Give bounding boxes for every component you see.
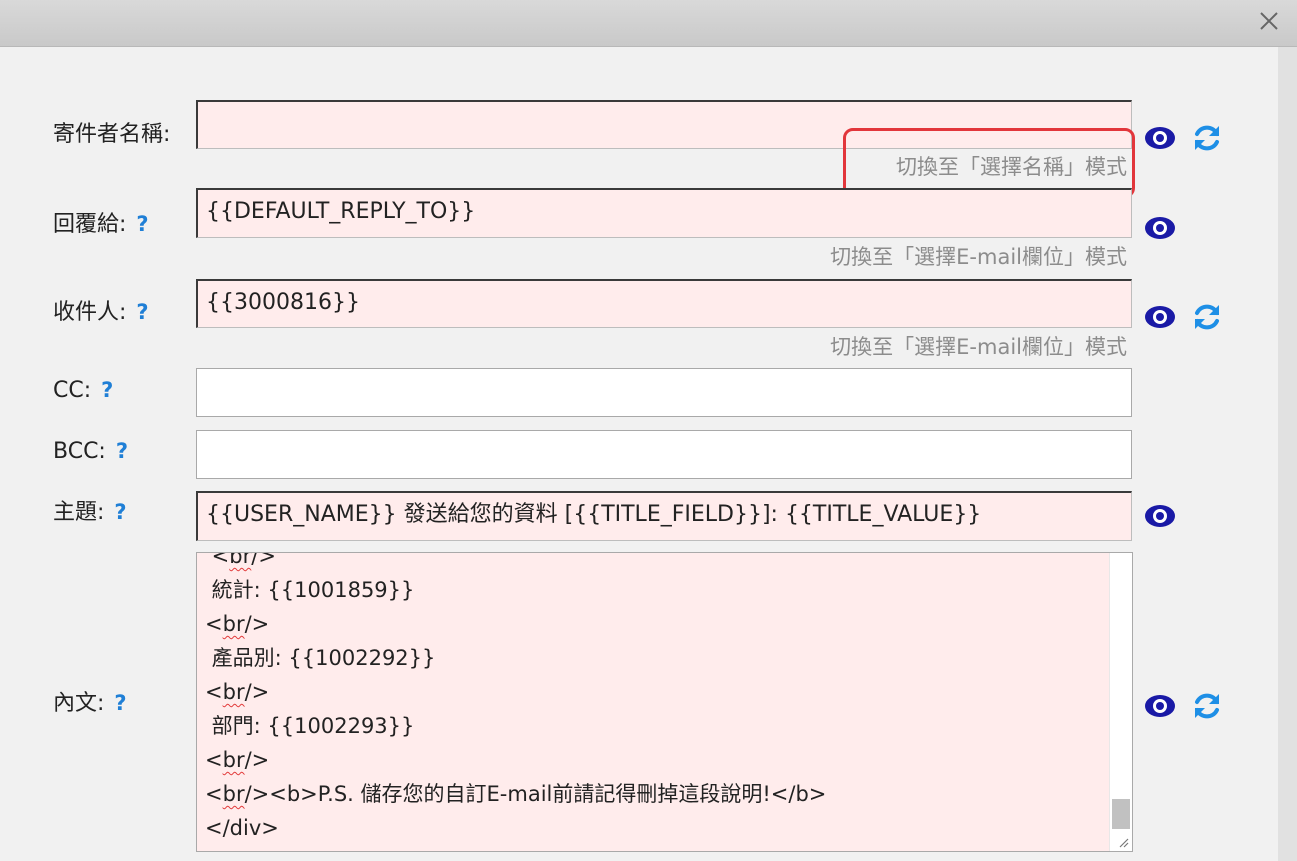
body-line: </div> [205,816,279,840]
reply-to-input[interactable]: {{DEFAULT_REPLY_TO}} [196,188,1132,238]
body-line: 產品別: {{1002292}} [205,646,436,670]
cc-label: CC:? [53,378,114,403]
body-textarea[interactable]: <br/> 統計: {{1001859}} <br/> 產品別: {{10022… [196,552,1133,852]
body-label: 內文:? [53,691,127,716]
reply-to-help[interactable]: ? [136,212,148,236]
refresh-icon[interactable] [1190,689,1224,723]
bcc-input[interactable] [196,430,1132,479]
reply-to-label: 回覆給:? [53,212,149,237]
bcc-help[interactable]: ? [116,439,128,463]
close-icon[interactable] [1257,9,1281,33]
subject-label: 主題:? [53,500,127,525]
body-scrollbar-thumb[interactable] [1112,799,1130,829]
body-line: 部門: {{1002293}} [205,714,415,738]
eye-icon[interactable] [1143,211,1177,245]
switch-email-field-mode-link-recipient[interactable]: 切換至「選擇E-mail欄位」模式 [830,331,1127,361]
body-text: <br/> 統計: {{1001859}} <br/> 產品別: {{10022… [205,552,827,845]
body-line: <br/><b>P.S. 儲存您的自訂E-mail前請記得刪掉這段說明!</b> [205,782,827,806]
recipient-label: 收件人:? [53,300,149,325]
body-line: <br/> [205,612,270,636]
body-line: <br/> [205,552,276,568]
switch-email-field-mode-link-reply[interactable]: 切換至「選擇E-mail欄位」模式 [830,241,1127,271]
resize-grip-icon[interactable] [1117,836,1129,848]
dialog-scrollbar[interactable] [1278,47,1297,861]
subject-input[interactable]: {{USER_NAME}} 發送給您的資料 [{{TITLE_FIELD}}]:… [196,491,1132,541]
body-line: <br/> [205,748,270,772]
body-help[interactable]: ? [114,691,126,715]
sender-name-label: 寄件者名稱: [53,122,171,147]
refresh-icon[interactable] [1190,121,1224,155]
body-scrollbar[interactable] [1109,553,1132,851]
recipient-input[interactable]: {{3000816}} [196,279,1132,328]
eye-icon[interactable] [1143,689,1177,723]
subject-help[interactable]: ? [114,500,126,524]
body-line: 統計: {{1001859}} [205,578,415,602]
cc-input[interactable] [196,368,1132,417]
bcc-label: BCC:? [53,439,129,464]
recipient-help[interactable]: ? [136,300,148,324]
eye-icon[interactable] [1143,300,1177,334]
eye-icon[interactable] [1143,499,1177,533]
eye-icon[interactable] [1143,121,1177,155]
refresh-icon[interactable] [1190,300,1224,334]
cc-help[interactable]: ? [101,378,113,402]
body-line: <br/> [205,680,270,704]
dialog-titlebar [0,0,1297,47]
